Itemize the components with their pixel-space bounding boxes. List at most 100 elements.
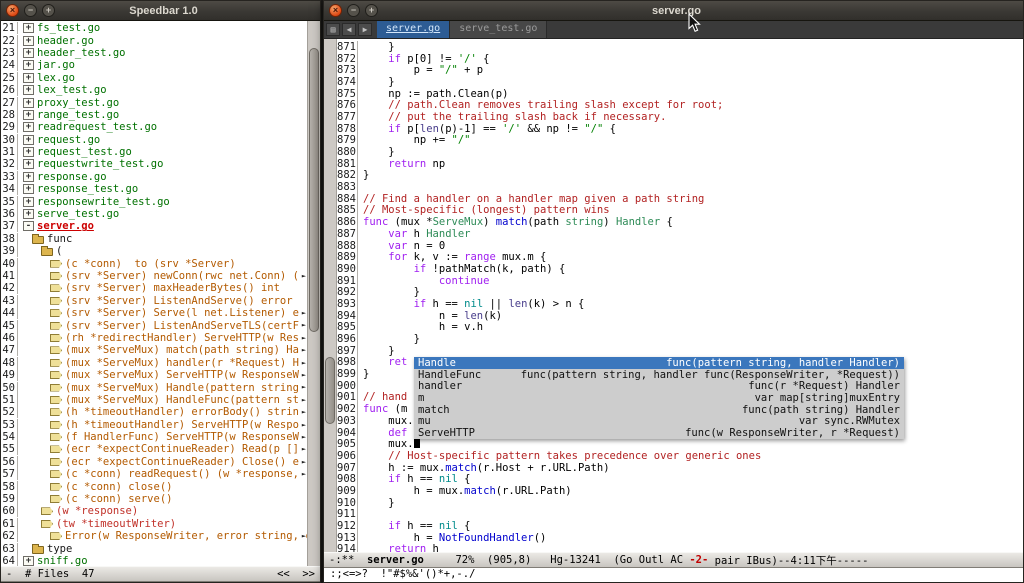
- plus-icon[interactable]: +: [23, 172, 34, 182]
- tag-icon[interactable]: [50, 371, 62, 379]
- plus-icon[interactable]: +: [23, 147, 34, 157]
- speedbar-item-label[interactable]: (c *conn) close(): [65, 481, 172, 493]
- completion-item[interactable]: muvar sync.RWMutex: [414, 415, 904, 427]
- tag-icon[interactable]: [50, 322, 62, 330]
- tag-icon[interactable]: [50, 495, 62, 503]
- folder-icon[interactable]: [32, 546, 44, 554]
- speedbar-item-label[interactable]: readrequest_test.go: [37, 121, 157, 133]
- tag-icon[interactable]: [50, 359, 62, 367]
- tag-icon[interactable]: [50, 470, 62, 478]
- speedbar-item-label[interactable]: Error(w ResponseWriter, error string, c: [65, 530, 307, 542]
- tag-icon[interactable]: [50, 297, 62, 305]
- tab-serve_test-go[interactable]: serve_test.go: [450, 21, 547, 38]
- tag-icon[interactable]: [41, 520, 53, 528]
- completion-item[interactable]: ServeHTTPfunc(w ResponseWriter, r *Reque…: [414, 427, 904, 439]
- speedbar-item-label[interactable]: (mux *ServeMux) match(path string) Ha: [65, 344, 299, 356]
- tabbar-list-button[interactable]: ▤: [326, 23, 340, 36]
- completion-item[interactable]: Handlefunc(pattern string, handler Handl…: [414, 357, 904, 369]
- minimize-button[interactable]: −: [24, 4, 37, 17]
- tag-icon[interactable]: [50, 458, 62, 466]
- tag-icon[interactable]: [50, 421, 62, 429]
- speedbar-item-label[interactable]: responsewrite_test.go: [37, 196, 170, 208]
- tab-server-go[interactable]: server.go: [377, 21, 450, 38]
- scrollbar-thumb[interactable]: [309, 48, 319, 331]
- speedbar-item-label[interactable]: (mux *ServeMux) HandleFunc(pattern st: [65, 394, 299, 406]
- speedbar-item-label[interactable]: (srv *Server) ListenAndServeTLS(certF: [65, 320, 299, 332]
- speedbar-item-label[interactable]: response.go: [37, 171, 107, 183]
- speedbar-item-label[interactable]: (mux *ServeMux) handler(r *Request) H: [65, 357, 299, 369]
- plus-icon[interactable]: +: [23, 184, 34, 194]
- tag-icon[interactable]: [50, 272, 62, 280]
- speedbar-item-label[interactable]: sniff.go: [37, 555, 88, 566]
- speedbar-item-label[interactable]: request_test.go: [37, 146, 132, 158]
- speedbar-item-label[interactable]: request.go: [37, 134, 100, 146]
- minus-icon[interactable]: -: [23, 221, 34, 231]
- plus-icon[interactable]: +: [23, 556, 34, 566]
- speedbar-item-label[interactable]: (f HandlerFunc) ServeHTTP(w ResponseW: [65, 431, 299, 443]
- code-area[interactable]: 871 }872 if p[0] != '/' {873 p = "/" + p…: [337, 39, 1023, 552]
- editor-scrollbar[interactable]: [324, 39, 337, 552]
- plus-icon[interactable]: +: [23, 135, 34, 145]
- tag-icon[interactable]: [50, 532, 62, 540]
- speedbar-item-label[interactable]: (c *conn) to (srv *Server): [65, 258, 236, 270]
- tag-icon[interactable]: [50, 384, 62, 392]
- maximize-button[interactable]: +: [42, 4, 55, 17]
- tag-icon[interactable]: [50, 334, 62, 342]
- tag-icon[interactable]: [50, 433, 62, 441]
- plus-icon[interactable]: +: [23, 60, 34, 70]
- plus-icon[interactable]: +: [23, 48, 34, 58]
- close-button[interactable]: ×: [329, 4, 342, 17]
- folder-icon[interactable]: [32, 236, 44, 244]
- speedbar-item-label[interactable]: (h *timeoutHandler) errorBody() strin: [65, 406, 299, 418]
- speedbar-item-label[interactable]: (ecr *expectContinueReader) Read(p []: [65, 443, 299, 455]
- speedbar-item-label[interactable]: (ecr *expectContinueReader) Close() e: [65, 456, 299, 468]
- tag-icon[interactable]: [50, 483, 62, 491]
- editor-titlebar[interactable]: × − + server.go: [324, 1, 1023, 21]
- speedbar-item-label[interactable]: (srv *Server) newConn(rwc net.Conn) (: [65, 270, 299, 282]
- plus-icon[interactable]: +: [23, 36, 34, 46]
- speedbar-item-label[interactable]: fs_test.go: [37, 22, 100, 34]
- speedbar-item-label[interactable]: (srv *Server) Serve(l net.Listener) e: [65, 307, 299, 319]
- speedbar-item-label[interactable]: serve_test.go: [37, 208, 119, 220]
- speedbar-item-label[interactable]: jar.go: [37, 59, 75, 71]
- tag-icon[interactable]: [50, 445, 62, 453]
- completion-item[interactable]: mvar map[string]muxEntry: [414, 392, 904, 404]
- speedbar-item-label[interactable]: func: [47, 233, 72, 245]
- tag-icon[interactable]: [50, 309, 62, 317]
- plus-icon[interactable]: +: [23, 209, 34, 219]
- maximize-button[interactable]: +: [365, 4, 378, 17]
- plus-icon[interactable]: +: [23, 23, 34, 33]
- completion-item[interactable]: HandleFuncfunc(pattern string, handler f…: [414, 369, 904, 381]
- speedbar-item-label[interactable]: response_test.go: [37, 183, 138, 195]
- folder-icon[interactable]: [41, 248, 53, 256]
- plus-icon[interactable]: +: [23, 73, 34, 83]
- speedbar-item-label[interactable]: range_test.go: [37, 109, 119, 121]
- speedbar-item-label[interactable]: header_test.go: [37, 47, 126, 59]
- plus-icon[interactable]: +: [23, 159, 34, 169]
- tabbar-forward-button[interactable]: ▶: [358, 23, 372, 36]
- speedbar-item-label[interactable]: (mux *ServeMux) Handle(pattern string: [65, 382, 299, 394]
- speedbar-item-label[interactable]: (srv *Server) maxHeaderBytes() int: [65, 282, 280, 294]
- speedbar-scrollbar[interactable]: [307, 21, 320, 566]
- speedbar-item-label[interactable]: lex.go: [37, 72, 75, 84]
- speedbar-item-label[interactable]: (h *timeoutHandler) ServeHTTP(w Respo: [65, 419, 299, 431]
- completion-item[interactable]: matchfunc(path string) Handler: [414, 404, 904, 416]
- speedbar-item-label[interactable]: (w *response): [56, 505, 138, 517]
- tag-icon[interactable]: [50, 346, 62, 354]
- speedbar-titlebar[interactable]: × − + Speedbar 1.0: [1, 1, 320, 21]
- completion-item[interactable]: handlerfunc(r *Request) Handler: [414, 380, 904, 392]
- plus-icon[interactable]: +: [23, 85, 34, 95]
- tag-icon[interactable]: [50, 284, 62, 292]
- tag-icon[interactable]: [41, 507, 53, 515]
- speedbar-item-label[interactable]: (: [56, 245, 62, 257]
- speedbar-item-label[interactable]: lex_test.go: [37, 84, 107, 96]
- tag-icon[interactable]: [50, 260, 62, 268]
- speedbar-item-label[interactable]: header.go: [37, 35, 94, 47]
- speedbar-item-label[interactable]: (rh *redirectHandler) ServeHTTP(w Res: [65, 332, 299, 344]
- tag-icon[interactable]: [50, 396, 62, 404]
- speedbar-item-label[interactable]: requestwrite_test.go: [37, 158, 163, 170]
- speedbar-item-label[interactable]: (mux *ServeMux) ServeHTTP(w ResponseW: [65, 369, 299, 381]
- close-button[interactable]: ×: [6, 4, 19, 17]
- minimize-button[interactable]: −: [347, 4, 360, 17]
- plus-icon[interactable]: +: [23, 98, 34, 108]
